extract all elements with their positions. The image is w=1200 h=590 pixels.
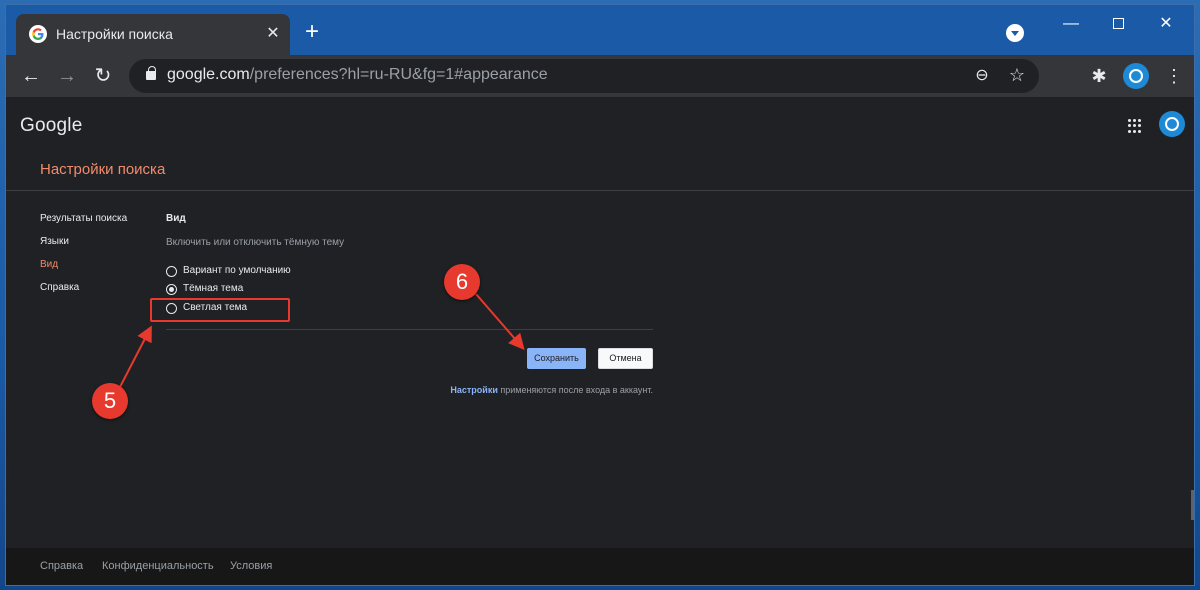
bookmark-star-icon[interactable]: ☆ [1006, 64, 1028, 86]
footer-link-terms[interactable]: Условия [230, 560, 272, 572]
cancel-button[interactable]: Отмена [598, 348, 653, 369]
back-arrow-icon[interactable]: ← [18, 63, 44, 89]
window-maximize-button[interactable] [1098, 11, 1138, 37]
tab-close-icon[interactable]: ✕ [262, 23, 284, 45]
highlight-box [150, 298, 290, 322]
sidenav-item-languages[interactable]: Языки [40, 236, 69, 247]
arrow-6 [475, 293, 525, 351]
page-content: Google Настройки поиска Результаты поиск… [6, 97, 1194, 585]
reload-icon[interactable]: ↻ [90, 63, 116, 89]
settings-link[interactable]: Настройки [450, 385, 497, 395]
radio-label[interactable]: Вариант по умолчанию [183, 265, 291, 276]
divider [166, 329, 653, 330]
divider [6, 190, 1194, 191]
url-text[interactable]: google.com/preferences?hl=ru-RU&fg=1#app… [167, 66, 548, 84]
section-description: Включить или отключить тёмную тему [166, 237, 345, 248]
annotation-badge-5: 5 [92, 383, 128, 419]
browser-menu-icon[interactable]: ⋮ [1164, 65, 1184, 87]
lock-icon[interactable] [146, 66, 156, 80]
arrow-5 [119, 325, 152, 388]
signin-note: Настройки применяются после входа в акка… [376, 385, 653, 395]
browser-tab[interactable]: Настройки поиска ✕ [16, 14, 290, 55]
tab-search-icon[interactable] [1006, 24, 1024, 42]
browser-window: Настройки поиска ✕ + — ✕ ← → ↻ google.co… [5, 4, 1195, 586]
signin-note-text: применяются после входа в аккаунт. [497, 385, 653, 395]
annotation-badge-6: 6 [444, 264, 480, 300]
profile-avatar-icon[interactable] [1123, 63, 1149, 89]
footer-link-privacy[interactable]: Конфиденциальность [102, 560, 214, 572]
save-button[interactable]: Сохранить [527, 348, 586, 369]
tab-title: Настройки поиска [56, 26, 173, 42]
radio-button-checked[interactable] [166, 284, 177, 295]
annotation-arrows [119, 293, 525, 388]
sidenav-item-appearance[interactable]: Вид [40, 259, 58, 270]
radio-label[interactable]: Тёмная тема [183, 283, 243, 294]
page-title: Настройки поиска [40, 161, 166, 178]
new-tab-button[interactable]: + [300, 20, 324, 45]
sidenav-item-results[interactable]: Результаты поиска [40, 213, 127, 224]
scrollbar[interactable] [1191, 490, 1194, 520]
forward-arrow-icon[interactable]: → [54, 63, 80, 89]
google-favicon-icon [29, 25, 47, 43]
section-title: Вид [166, 213, 186, 224]
sidenav-item-help[interactable]: Справка [40, 282, 79, 293]
zoom-icon[interactable]: ⊖ [971, 65, 993, 87]
page-footer: Справка Конфиденциальность Условия [6, 548, 1194, 585]
google-apps-icon[interactable] [1128, 119, 1142, 133]
account-avatar-icon[interactable] [1159, 111, 1185, 137]
google-logo[interactable]: Google [20, 115, 82, 137]
radio-button[interactable] [166, 266, 177, 277]
window-minimize-button[interactable]: — [1051, 11, 1091, 37]
window-close-button[interactable]: ✕ [1146, 11, 1186, 37]
browser-toolbar: ← → ↻ google.com/preferences?hl=ru-RU&fg… [6, 55, 1194, 97]
address-bar[interactable]: google.com/preferences?hl=ru-RU&fg=1#app… [129, 59, 1039, 93]
extensions-puzzle-icon[interactable]: ✱ [1088, 65, 1110, 87]
tab-strip: Настройки поиска ✕ + — ✕ [6, 5, 1194, 55]
footer-link-help[interactable]: Справка [40, 560, 83, 572]
